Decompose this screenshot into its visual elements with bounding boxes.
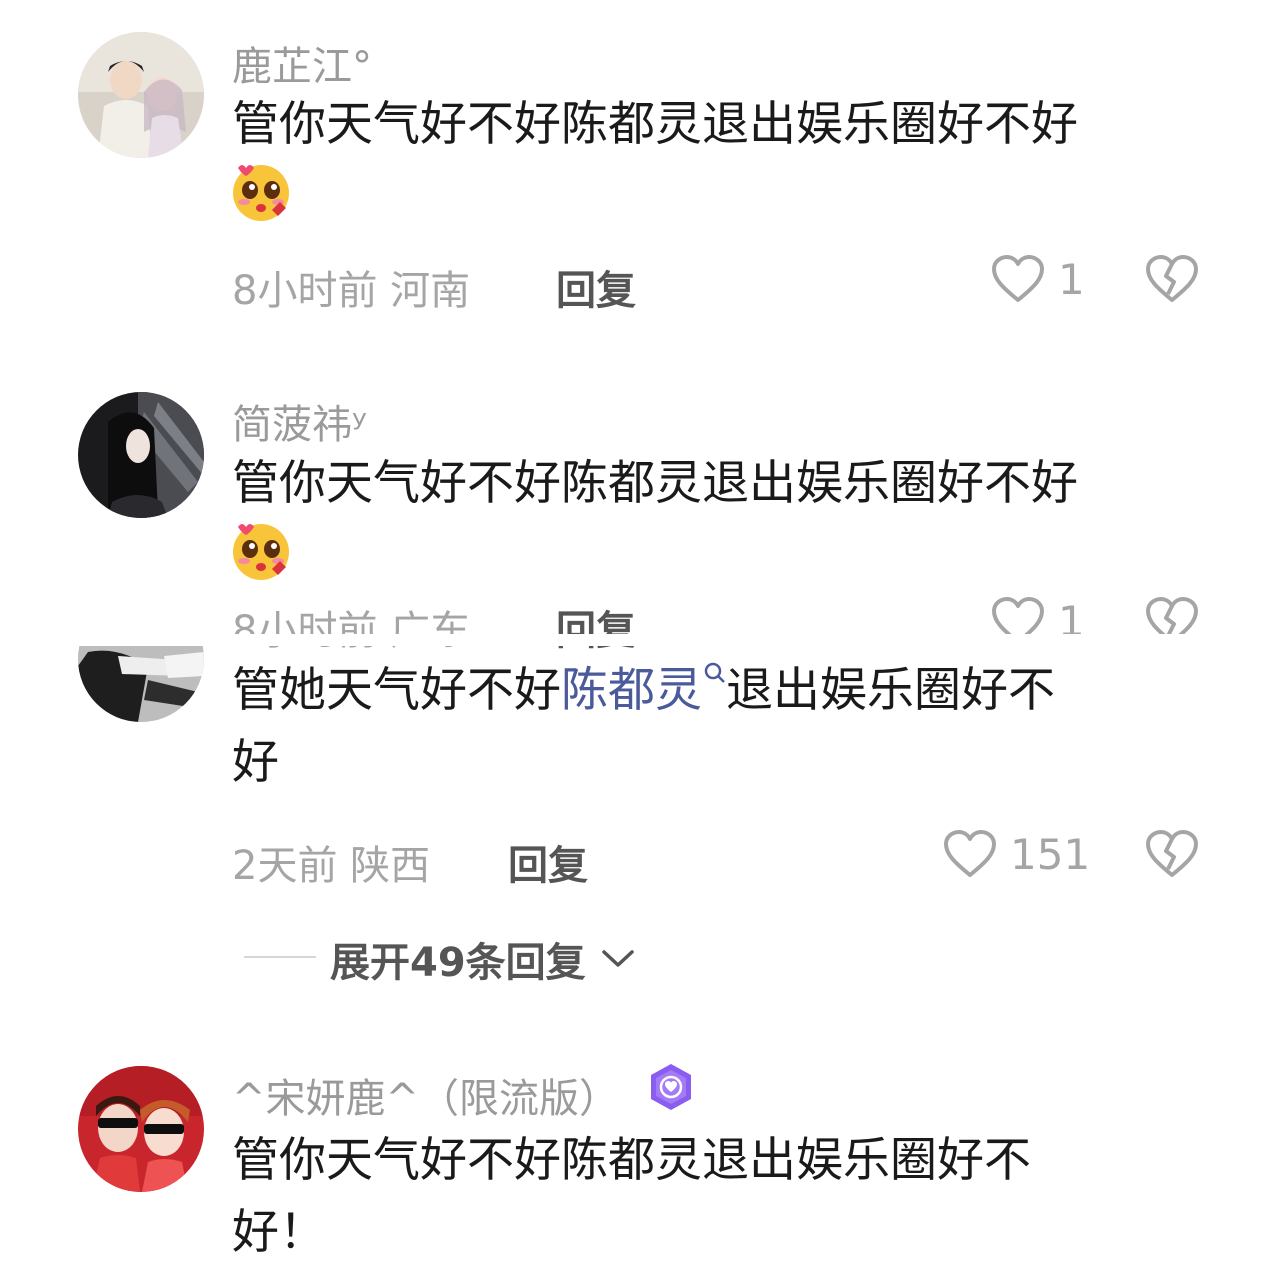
comment-text: 管你天气好不好陈都灵退出娱乐圈好不 — [232, 1133, 1031, 1188]
timestamp: 8小时前 — [232, 608, 378, 654]
like-count: 151 — [1010, 829, 1091, 879]
username[interactable]: 简菠祎ʸ — [232, 392, 367, 450]
chevron-down-icon — [601, 950, 634, 967]
reply-button[interactable]: 回复 — [556, 258, 636, 316]
screenshot-seam — [0, 634, 1280, 646]
heart-icon — [992, 255, 1044, 302]
comment-text: 管你天气好不好陈都灵退出娱乐圈好不好 — [232, 97, 1078, 152]
comment-text-line2: 好！ — [232, 1205, 326, 1260]
heart-shield-icon — [651, 1064, 691, 1110]
timestamp: 8小时前 — [232, 268, 378, 314]
avatar[interactable] — [78, 392, 204, 518]
comment-meta: 8小时前 河南 — [232, 258, 470, 316]
reply-button[interactable]: 回复 — [556, 598, 636, 656]
avatar[interactable] — [78, 32, 204, 158]
comment-text-part: 退出娱乐圈好不 — [726, 663, 1055, 718]
username[interactable]: ^宋妍鹿^（限流版） — [232, 1066, 619, 1124]
topic-link-label: 陈都灵 — [561, 663, 702, 718]
broken-heart-icon — [1146, 255, 1198, 302]
location: 陕西 — [350, 843, 431, 889]
dislike-button[interactable] — [1144, 254, 1200, 304]
reply-button[interactable]: 回复 — [508, 833, 588, 891]
comment-text-part: 管她天气好不好 — [232, 663, 561, 718]
divider-line — [244, 956, 316, 958]
search-icon — [704, 662, 725, 683]
avatar[interactable] — [78, 1066, 204, 1192]
comment-text-line2: 好 — [232, 735, 279, 790]
comment-meta: 8小时前 广东 — [232, 598, 470, 656]
avatar[interactable] — [78, 646, 204, 722]
like-button[interactable]: 151 — [942, 829, 1090, 879]
location: 广东 — [390, 608, 471, 654]
timestamp: 2天前 — [232, 843, 338, 889]
expand-replies-button[interactable]: 展开49条回复 — [330, 930, 636, 988]
topic-link[interactable]: 陈都灵 — [561, 662, 726, 718]
kiss-emoji-icon — [228, 158, 294, 224]
heart-icon — [944, 830, 996, 877]
like-count: 1 — [1058, 254, 1085, 304]
username[interactable]: 鹿芷江° — [232, 34, 372, 92]
broken-heart-icon — [1146, 830, 1198, 877]
badge[interactable] — [646, 1062, 696, 1116]
like-button[interactable]: 1 — [990, 254, 1085, 304]
comment-meta: 2天前 陕西 — [232, 833, 430, 891]
kiss-emoji-icon — [228, 517, 294, 583]
location: 河南 — [390, 268, 471, 314]
comment-text: 管她天气好不好陈都灵 退出娱乐圈好不 — [232, 656, 1055, 726]
comment-text: 管你天气好不好陈都灵退出娱乐圈好不好 — [232, 456, 1078, 511]
expand-replies-label: 展开49条回复 — [330, 940, 586, 986]
dislike-button[interactable] — [1144, 829, 1200, 879]
